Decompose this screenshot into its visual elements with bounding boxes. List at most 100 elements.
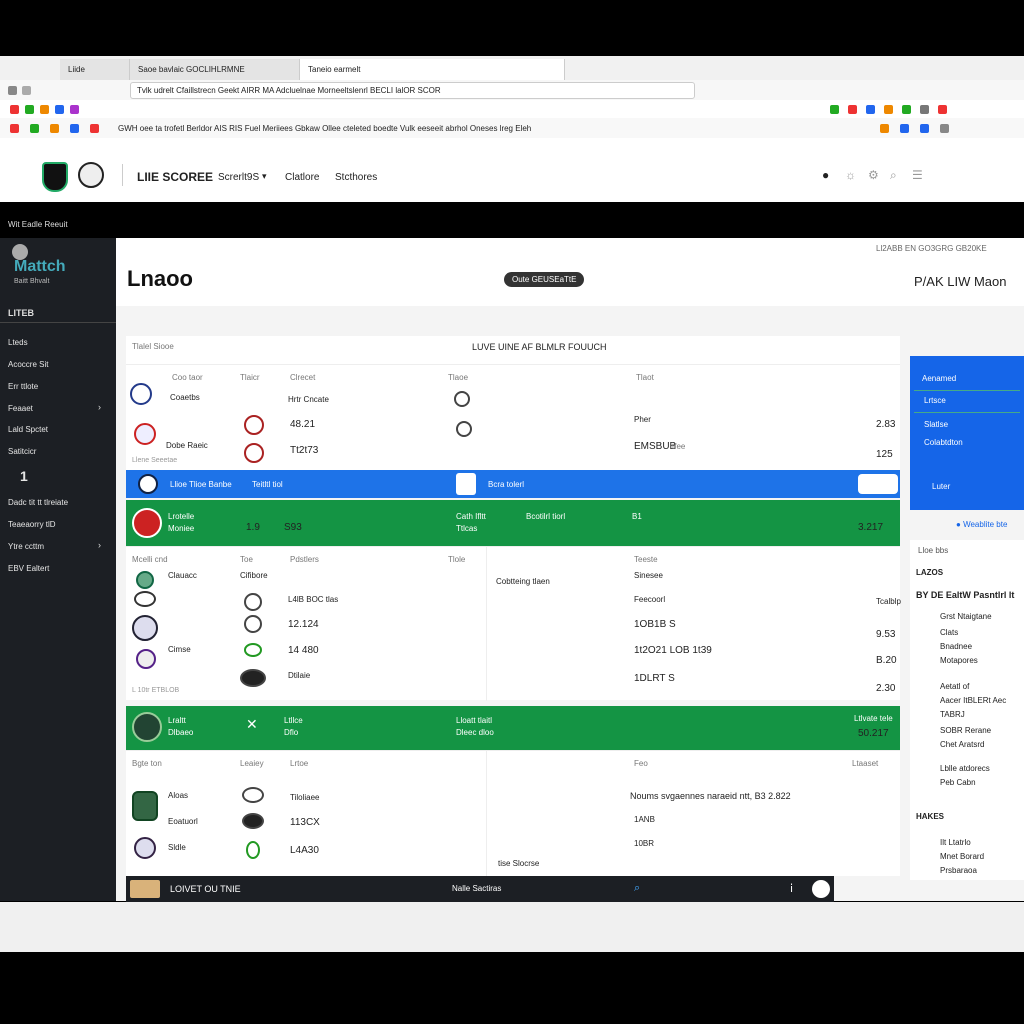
ext-icon-red-3[interactable]: [938, 105, 947, 114]
sidebar-item-8[interactable]: Dadc tit tt tlreiate: [8, 498, 68, 507]
status-pill[interactable]: Oute GEUSEaTtE: [504, 272, 585, 287]
browser-tab-2[interactable]: Saoe bavlaic GOCLIHLRMNE: [130, 59, 300, 80]
sidebar-item-11[interactable]: EBV Ealtert: [8, 564, 49, 573]
browser-tab-1[interactable]: Liide: [60, 59, 130, 80]
sidebar-item-3[interactable]: Err ttlote: [8, 382, 38, 391]
sidebar-item-1[interactable]: Lteds: [8, 338, 28, 347]
list-item[interactable]: Motapores: [940, 656, 978, 665]
right-link[interactable]: ● Weablite bte: [956, 520, 1007, 529]
search-icon[interactable]: ⌕: [890, 168, 897, 183]
club-logo-icon[interactable]: [246, 841, 260, 859]
sidebar-item-4[interactable]: Feaaet: [8, 404, 33, 413]
list-item[interactable]: SOBR Rerane: [940, 726, 991, 735]
club-logo-icon[interactable]: [454, 391, 470, 407]
sidebar-item-5[interactable]: Lald Spctet: [8, 425, 48, 434]
ext-icon-bm[interactable]: [10, 124, 19, 133]
club-logo-icon[interactable]: [244, 415, 264, 435]
ext-icon-bm-3[interactable]: [50, 124, 59, 133]
highlight-row-green[interactable]: Lrotelle Moniee 1.9 S93 Cath Ifltt Ttlca…: [126, 500, 900, 546]
list-item[interactable]: Grst Ntaigtane: [940, 612, 992, 621]
ext-icon-red[interactable]: [10, 105, 19, 114]
panel-caption[interactable]: Tlalel Siooe: [132, 342, 174, 351]
club-logo-icon[interactable]: [242, 787, 264, 803]
team-name[interactable]: Cimse: [168, 645, 191, 654]
ext-icon-green[interactable]: [25, 105, 34, 114]
team-crest-icon[interactable]: [134, 837, 156, 859]
ext-icon-bm-9[interactable]: [940, 124, 949, 133]
ball-logo-icon[interactable]: [78, 162, 104, 188]
highlight-row-blue[interactable]: Llioe Tlioe Banbe Teitltl tiol Bcra tole…: [126, 470, 900, 498]
right-item-2[interactable]: Lrtsce: [924, 396, 946, 405]
list-item[interactable]: Mnet Borard: [940, 852, 984, 861]
sidebar-item-9[interactable]: Teaeaorry tlD: [8, 520, 56, 529]
ext-icon-bm-7[interactable]: [900, 124, 909, 133]
team-name[interactable]: Eoatuorl: [168, 817, 198, 826]
settings-icon[interactable]: ⚙: [868, 168, 879, 182]
team-name[interactable]: Coaetbs: [170, 393, 200, 402]
team-crest-icon[interactable]: [132, 791, 158, 821]
bell-icon[interactable]: ☼: [845, 168, 856, 182]
info-icon[interactable]: ⅰ: [790, 882, 793, 895]
ext-icon-grey[interactable]: [920, 105, 929, 114]
ext-icon-bm-6[interactable]: [880, 124, 889, 133]
club-logo-icon[interactable]: [244, 615, 262, 633]
team-name[interactable]: Sldle: [168, 843, 186, 852]
sidebar-item-7[interactable]: 1: [20, 468, 28, 484]
nav-item-1[interactable]: Screrlt9S: [218, 172, 259, 183]
ext-icon-orange-2[interactable]: [884, 105, 893, 114]
team-crest-icon[interactable]: [132, 615, 158, 641]
list-item[interactable]: Bnadnee: [940, 642, 972, 651]
list-item[interactable]: TABRJ: [940, 710, 965, 719]
club-logo-icon[interactable]: [244, 593, 262, 611]
club-logo-icon[interactable]: [456, 421, 472, 437]
ext-icon-purple[interactable]: [70, 105, 79, 114]
team-crest-icon[interactable]: [130, 383, 152, 405]
list-item[interactable]: Clats: [940, 628, 958, 637]
club-logo-icon[interactable]: [240, 669, 266, 687]
chevron-down-icon[interactable]: ▾: [262, 171, 267, 182]
ext-icon-blue[interactable]: [55, 105, 64, 114]
odds-value[interactable]: B.20: [876, 655, 897, 666]
odds-value[interactable]: 125: [876, 449, 893, 460]
ext-icon-bm-8[interactable]: [920, 124, 929, 133]
nav-item-2[interactable]: Clatlore: [285, 172, 319, 183]
live-toggle[interactable]: [858, 474, 898, 494]
club-logo-icon[interactable]: [244, 643, 262, 657]
right-item-5[interactable]: Luter: [932, 482, 950, 491]
team-name[interactable]: Dobe Raeic: [166, 441, 208, 450]
ext-icon-green-2[interactable]: [830, 105, 839, 114]
team-name[interactable]: Clauacc: [168, 571, 197, 580]
team-crest-icon[interactable]: [134, 591, 156, 607]
odds-value[interactable]: 2.83: [876, 419, 895, 430]
sidebar-item-6[interactable]: Satitcicr: [8, 447, 36, 456]
ext-icon-bm-4[interactable]: [70, 124, 79, 133]
sidebar-logo[interactable]: Mattch: [14, 258, 66, 276]
shield-icon[interactable]: [812, 880, 830, 898]
sidebar-item-10[interactable]: Ytre ccttm: [8, 542, 44, 551]
club-logo-icon[interactable]: [242, 813, 264, 829]
ext-icon-bm-5[interactable]: [90, 124, 99, 133]
highlight-row-green-2[interactable]: Lraltt Dlbaeo ✕ Ltllce Dflo Lloatt tlait…: [126, 706, 900, 750]
user-icon[interactable]: ●: [822, 168, 829, 182]
team-name[interactable]: Aloas: [168, 791, 188, 800]
team-crest-icon[interactable]: [134, 423, 156, 445]
list-item[interactable]: Lblle atdorecs: [940, 764, 990, 773]
nav-item-3[interactable]: Stcthores: [335, 172, 377, 183]
ext-icon-green-3[interactable]: [902, 105, 911, 114]
ext-icon-orange[interactable]: [40, 105, 49, 114]
menu-icon[interactable]: ☰: [912, 168, 923, 182]
chevron-right-icon-2[interactable]: ›: [98, 540, 101, 550]
odds-value[interactable]: 2.30: [876, 683, 895, 694]
team-crest-icon[interactable]: [136, 649, 156, 669]
address-bar[interactable]: Tvlk udrelt Cfaillstrecn Geekt AIRR MA A…: [130, 82, 695, 99]
ext-icon-blue-2[interactable]: [866, 105, 875, 114]
right-item-4[interactable]: Colabtdton: [924, 438, 963, 447]
list-item[interactable]: Chet Aratsrd: [940, 740, 984, 749]
sidebar-item-2[interactable]: Acoccre Sit: [8, 360, 48, 369]
list-item[interactable]: Ilt Ltatrlo: [940, 838, 971, 847]
list-item[interactable]: Peb Cabn: [940, 778, 976, 787]
search-icon[interactable]: ⌕: [634, 882, 640, 895]
team-crest-icon[interactable]: [136, 571, 154, 589]
forward-icon[interactable]: [22, 86, 31, 95]
bookmarks-text[interactable]: GWH oee ta trofetl Berldor AIS RIS Fuel …: [118, 124, 618, 133]
